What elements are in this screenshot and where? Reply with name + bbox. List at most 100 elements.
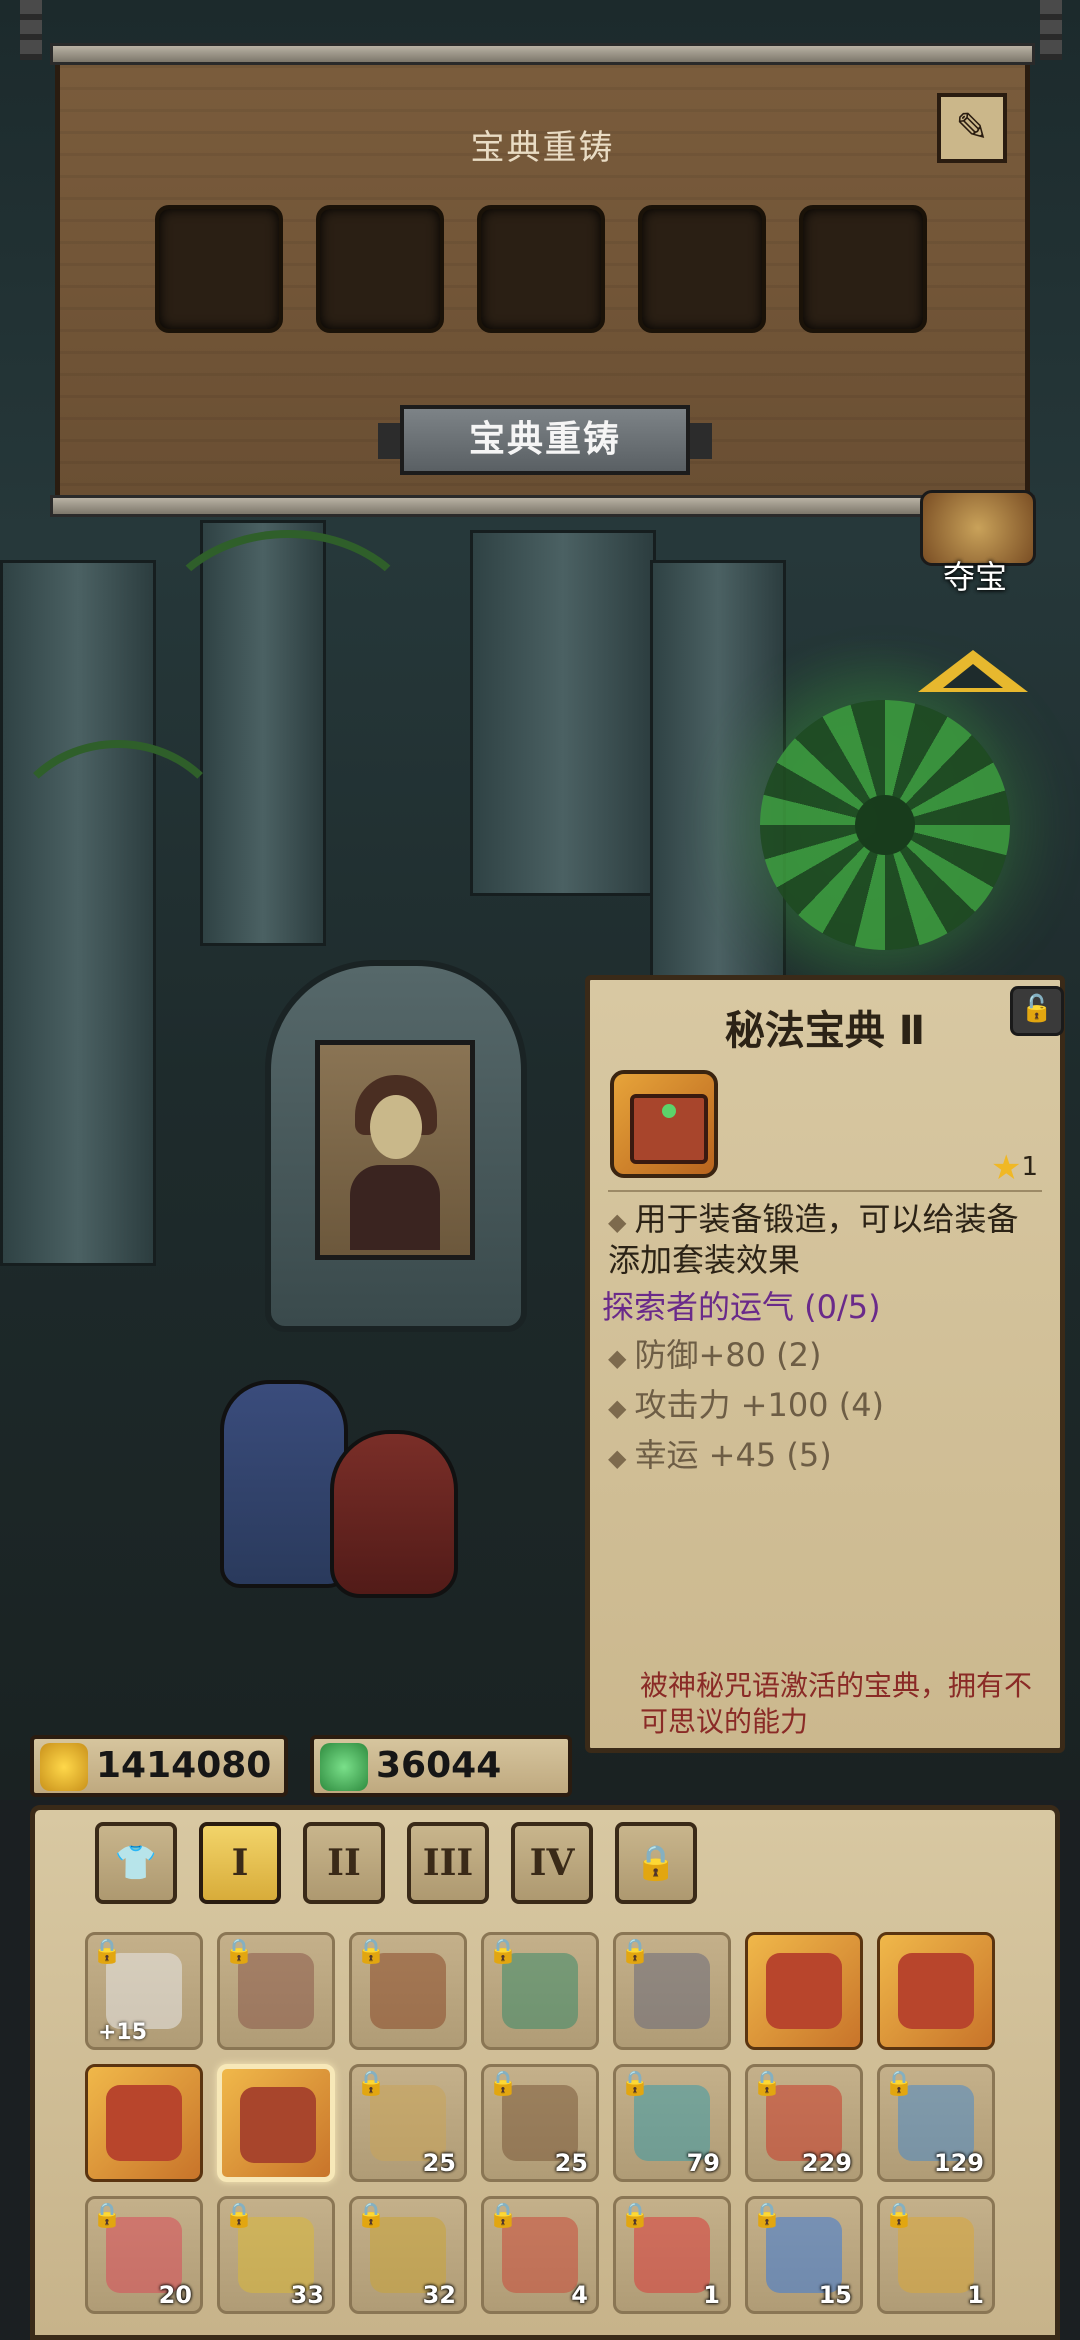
tab-tier-2[interactable]: II (303, 1822, 385, 1904)
inventory-slot[interactable]: 🔒 15 (745, 2196, 863, 2314)
lock-icon: 🔒 (356, 2069, 386, 2097)
reforge-slot[interactable] (477, 205, 605, 333)
green-book-icon (630, 1094, 708, 1164)
inventory-tabs: 👕 I II III IV 🔒 (95, 1822, 697, 1904)
lock-icon: 🔒 (356, 2201, 386, 2229)
inventory-slot[interactable]: 🔒 1 (877, 2196, 995, 2314)
inventory-slot[interactable] (745, 1932, 863, 2050)
inventory-slot[interactable]: 🔒 20 (85, 2196, 203, 2314)
description-text: 用于装备锻造，可以给装备添加套装效果 (608, 1200, 1019, 1279)
item-count: 129 (933, 2149, 984, 2177)
green-portal[interactable] (760, 700, 1010, 950)
chain-left (20, 0, 42, 60)
item-count: 25 (554, 2149, 588, 2177)
lock-icon: 🔒 (884, 2069, 914, 2097)
chevron-up-icon[interactable] (918, 650, 1028, 692)
reforge-button[interactable]: 宝典重铸 (378, 405, 712, 475)
lock-icon: 🔒 (488, 2069, 518, 2097)
inventory-slot[interactable]: 🔒 79 (613, 2064, 731, 2182)
reforge-slot[interactable] (638, 205, 766, 333)
diamond-bullet-icon: ◆ (608, 1344, 627, 1372)
item-count: 33 (290, 2281, 324, 2309)
essence-counter: 36044 (310, 1735, 572, 1797)
tab-tier-1[interactable]: I (199, 1822, 281, 1904)
thorn-vine (150, 530, 426, 746)
thorn-vine (0, 740, 236, 956)
essence-value: 36044 (376, 1745, 502, 1786)
item-count: 4 (571, 2281, 588, 2309)
stat-line: 幸运 +45 (5) (634, 1436, 832, 1474)
item-count: 32 (422, 2281, 456, 2309)
item-name: 秘法宝典 Ⅱ (724, 1008, 926, 1054)
item-description: ◆ 用于装备锻造，可以给装备添加套装效果 (608, 1200, 1048, 1279)
red-book-icon (766, 1953, 842, 2029)
red-book-icon (898, 1953, 974, 2029)
reforge-slot[interactable] (799, 205, 927, 333)
lock-icon: 🔒 (884, 2201, 914, 2229)
inventory-slot[interactable]: 🔒 +15 (85, 1932, 203, 2050)
item-count: 79 (686, 2149, 720, 2177)
panel-title: 宝典重铸 (470, 128, 615, 168)
item-count: 20 (158, 2281, 192, 2309)
lock-toggle-icon[interactable]: 🔓 (1010, 986, 1064, 1036)
merchant-portrait[interactable] (315, 1040, 475, 1260)
stat-line: 攻击力 +100 (4) (634, 1386, 885, 1424)
inventory-slot[interactable]: 🔒 (349, 1932, 467, 2050)
item-count: 25 (422, 2149, 456, 2177)
panel-rail-bottom (50, 495, 1035, 517)
item-count: 229 (801, 2149, 852, 2177)
treasure-label[interactable]: 夺宝 (920, 552, 1030, 598)
stone-pillar-right (650, 560, 786, 986)
tab-locked[interactable]: 🔒 (615, 1822, 697, 1904)
inventory-slot[interactable]: 🔒 1 (613, 2196, 731, 2314)
lock-icon: 🔒 (356, 1937, 386, 1965)
lock-icon: 🔒 (752, 2201, 782, 2229)
hero-companion-character (330, 1430, 458, 1598)
inventory-slot[interactable]: 🔒 229 (745, 2064, 863, 2182)
inventory-slot[interactable] (217, 2064, 335, 2182)
set-name: 探索者的运气 (0/5) (602, 1288, 881, 1326)
essence-flask-icon (320, 1743, 368, 1791)
tab-equipment[interactable]: 👕 (95, 1822, 177, 1904)
portrait-body (350, 1165, 440, 1250)
diamond-bullet-icon: ◆ (608, 1208, 627, 1236)
hero-knight-character (220, 1380, 348, 1588)
tab-tier-4[interactable]: IV (511, 1822, 593, 1904)
edit-brush-button[interactable]: ✎ (937, 93, 1007, 163)
lock-icon: 🔒 (224, 2201, 254, 2229)
inventory-slot[interactable] (85, 2064, 203, 2182)
inventory-slot[interactable]: 🔒 25 (349, 2064, 467, 2182)
inventory-slot[interactable]: 🔒 4 (481, 2196, 599, 2314)
inventory-slot[interactable]: 🔒 (613, 1932, 731, 2050)
brush-icon: ✎ (955, 105, 989, 151)
lock-icon: 🔒 (92, 1937, 122, 1965)
lock-icon: 🔒 (488, 1937, 518, 1965)
item-count: 15 (818, 2281, 852, 2309)
diamond-bullet-icon: ◆ (608, 1394, 627, 1422)
lock-icon: 🔒 (752, 2069, 782, 2097)
lock-icon: 🔒 (224, 1937, 254, 1965)
inventory-slot[interactable]: 🔒 32 (349, 2196, 467, 2314)
set-stats: ◆ 防御+80 (2) ◆ 攻击力 +100 (4) ◆ 幸运 +45 (5) (608, 1330, 884, 1480)
lock-icon: 🔒 (620, 2201, 650, 2229)
gold-nugget-icon (40, 1743, 88, 1791)
item-icon-frame (610, 1070, 718, 1178)
item-flavor-text: 被神秘咒语激活的宝典，拥有不可思议的能力 (640, 1669, 1033, 1738)
inventory-slot[interactable]: 🔒 129 (877, 2064, 995, 2182)
tab-tier-3[interactable]: III (407, 1822, 489, 1904)
reforge-slot[interactable] (316, 205, 444, 333)
item-count: 1 (703, 2281, 720, 2309)
gold-counter: 1414080 (30, 1735, 288, 1797)
inventory-panel: 👕 I II III IV 🔒 🔒 +15 🔒 🔒 🔒 🔒 🔒 25 🔒 25 🔒 79 🔒 229 🔒 12… (30, 1805, 1060, 2340)
portrait-face (370, 1095, 422, 1159)
star-count: 1 (1021, 1152, 1038, 1182)
item-detail-card: 秘法宝典 Ⅱ 🔓 ★1 ◆ 用于装备锻造，可以给装备添加套装效果 探索者的运气 (… (585, 975, 1065, 1753)
diamond-bullet-icon: ◆ (608, 1444, 627, 1472)
inventory-slot[interactable]: 🔒 (481, 1932, 599, 2050)
inventory-slot[interactable]: 🔒 (217, 1932, 335, 2050)
inventory-slot[interactable]: 🔒 25 (481, 2064, 599, 2182)
inventory-slot[interactable] (877, 1932, 995, 2050)
reforge-slot[interactable] (155, 205, 283, 333)
inventory-slot[interactable]: 🔒 33 (217, 2196, 335, 2314)
item-star-rating: ★1 (991, 1148, 1038, 1188)
